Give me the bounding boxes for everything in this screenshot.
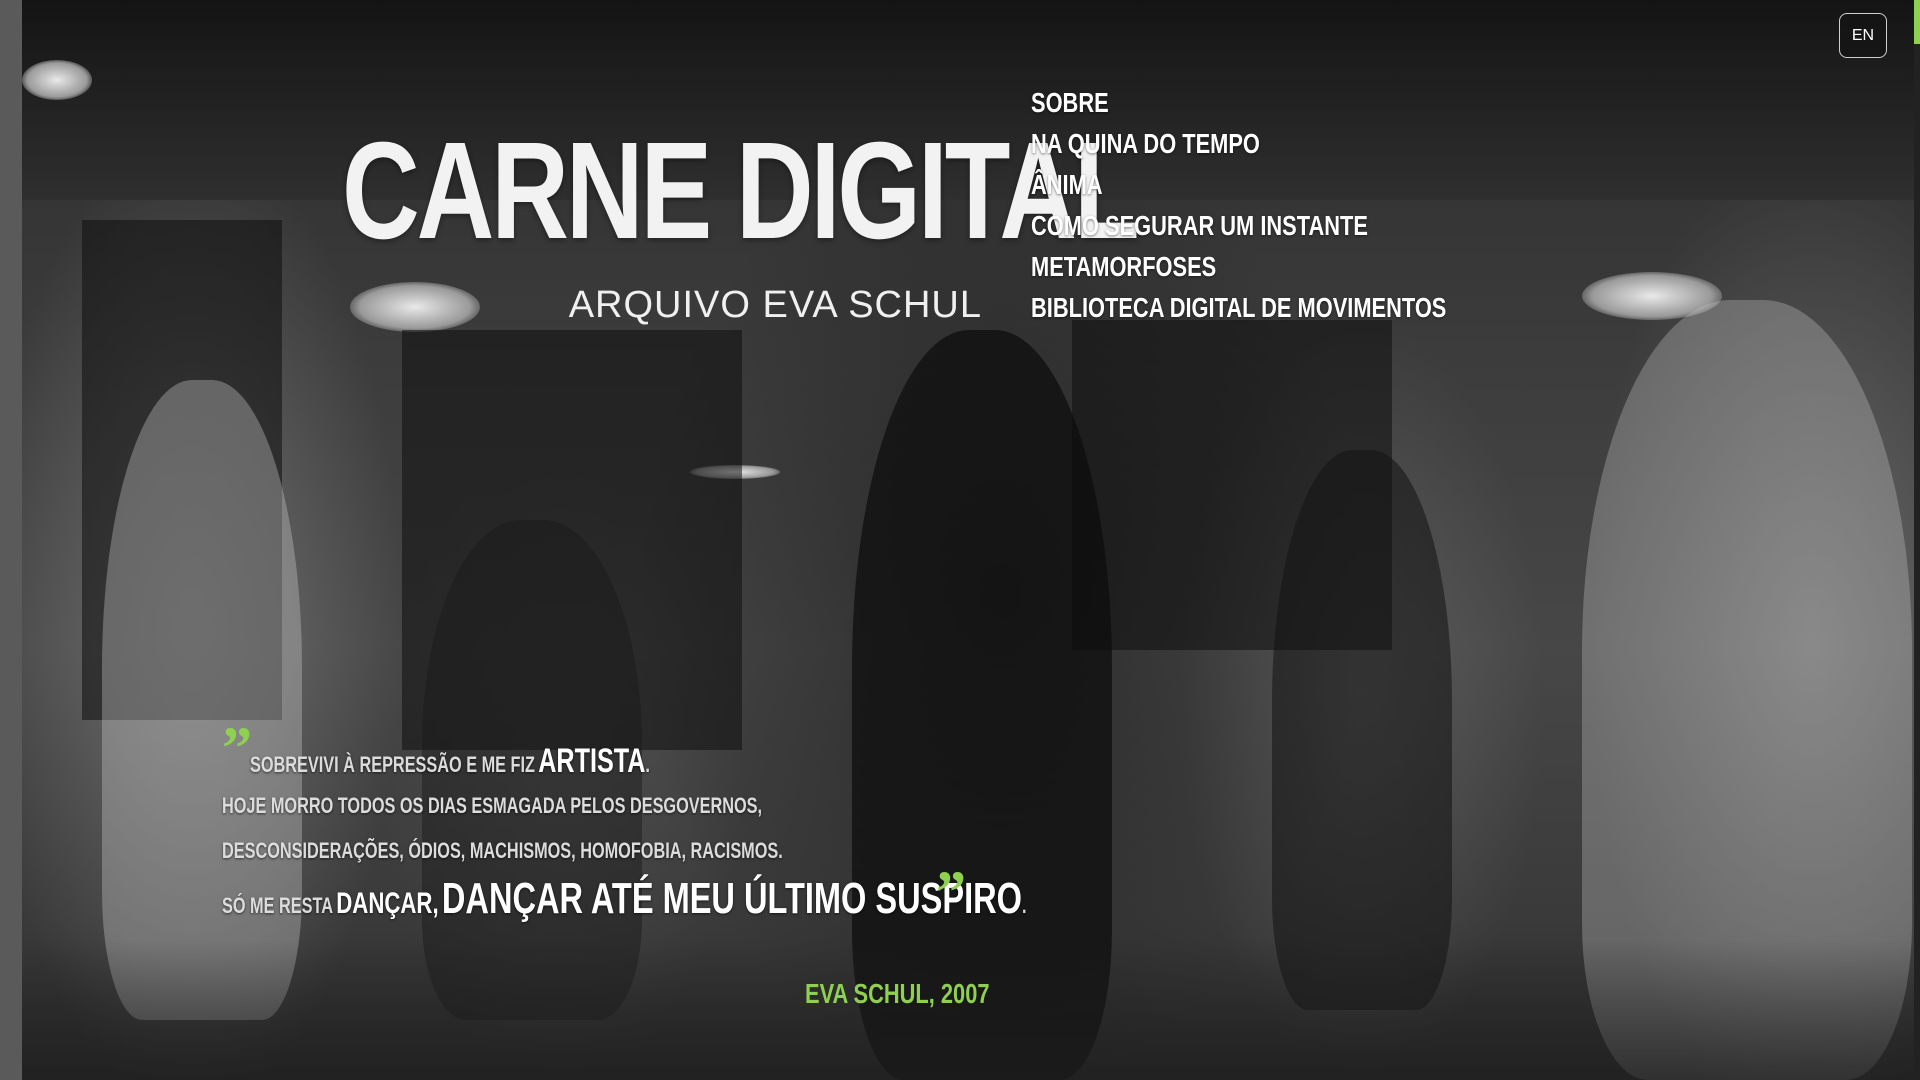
quote-line-3: desconsiderações, ódios, machismos, homo…	[222, 838, 783, 864]
quote-line-1: Sobrevivi à repressão e me fiz Artista.	[250, 742, 650, 781]
floor	[22, 940, 1914, 1080]
quote-emphasis: dançar,	[336, 887, 439, 920]
nav-item-na-quina-do-tempo[interactable]: NA QUINA DO TEMPO	[1031, 123, 1446, 164]
close-quote-icon: ”	[936, 859, 966, 925]
scrollbar-track[interactable]	[1914, 0, 1920, 1080]
quote-line-2: Hoje morro todos os dias esmagada pelos …	[222, 793, 762, 819]
nav-item-como-segurar-um-instante[interactable]: COMO SEGURAR UM INSTANTE	[1031, 205, 1446, 246]
ceiling-lamp	[350, 282, 480, 332]
dancer-figure	[1272, 450, 1452, 1010]
nav-item-anima[interactable]: ÂNIMA	[1031, 164, 1446, 205]
quote-author: EVA SCHUL, 2007	[805, 978, 990, 1009]
nav-item-metamorfoses[interactable]: METAMORFOSES	[1031, 246, 1446, 287]
open-quote-icon: ”	[222, 715, 252, 781]
nav-item-sobre[interactable]: SOBRE	[1031, 82, 1446, 123]
main-nav: SOBRE NA QUINA DO TEMPO ÂNIMA COMO SEGUR…	[1031, 82, 1564, 328]
quote-text: .	[645, 752, 650, 777]
language-toggle-button[interactable]: EN	[1839, 13, 1887, 58]
left-edge-strip	[0, 0, 22, 1080]
quote-text: Só me resta	[222, 893, 333, 918]
quote-line-4: Só me resta dançar, dançar até meu últim…	[222, 874, 1026, 924]
nav-item-biblioteca-digital[interactable]: BIBLIOTECA DIGITAL DE MOVIMENTOS	[1031, 287, 1446, 328]
quote-text: .	[1021, 893, 1027, 918]
quote-text: desconsiderações, ódios, machismos, homo…	[222, 838, 783, 863]
site-subtitle: ARQUIVO EVA SCHUL	[568, 284, 982, 326]
quote-emphasis: Artista	[538, 742, 646, 780]
ceiling-lamp	[22, 60, 92, 100]
dancer-figure	[102, 380, 302, 1020]
quote-emphasis: dançar até meu último suspiro	[441, 874, 1022, 923]
quote-text: Hoje morro todos os dias esmagada pelos …	[222, 793, 763, 818]
site-title: CARNE DIGITAL	[342, 114, 1140, 268]
quote-text: Sobrevivi à repressão e me fiz	[250, 752, 535, 777]
scrollbar-thumb[interactable]	[1914, 0, 1920, 44]
